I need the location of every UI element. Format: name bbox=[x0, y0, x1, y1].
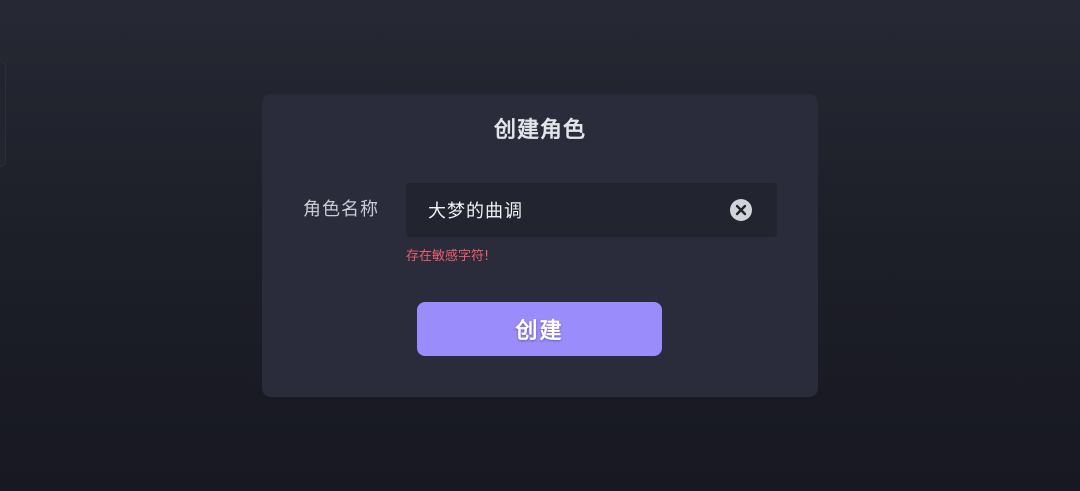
character-name-field bbox=[406, 183, 777, 237]
character-name-label: 角色名称 bbox=[303, 199, 379, 220]
dialog-title: 创建角色 bbox=[493, 118, 586, 143]
close-circle-icon bbox=[735, 204, 747, 216]
create-character-dialog: 创建角色 角色名称 存在敏感字符! 创建 bbox=[262, 94, 818, 397]
clear-input-button[interactable] bbox=[730, 199, 752, 221]
side-panel-edge bbox=[0, 61, 6, 167]
validation-error-message: 存在敏感字符! bbox=[406, 249, 490, 264]
character-name-input[interactable] bbox=[406, 183, 718, 237]
create-button[interactable]: 创建 bbox=[417, 302, 662, 356]
